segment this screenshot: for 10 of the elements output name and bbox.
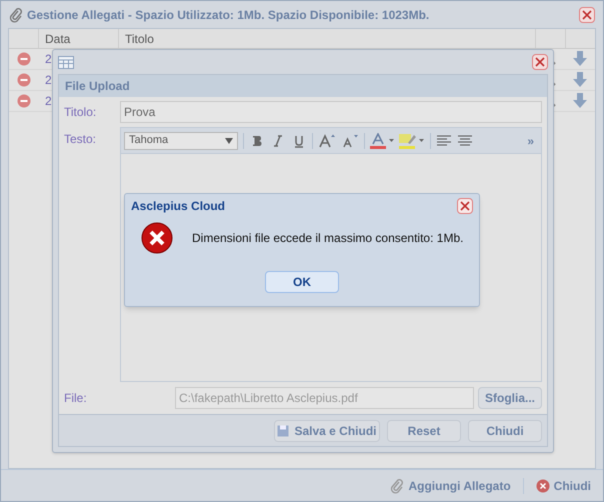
error-message: Dimensioni file eccede il massimo consentito: 1Mb. <box>192 230 464 247</box>
field-label: File: <box>64 390 88 407</box>
table-cell: 2 <box>45 73 52 87</box>
field-label: Titolo: <box>64 104 98 121</box>
table-cell: 2 <box>45 52 52 66</box>
window-title: Gestione Allegati - Spazio Utilizzato: 1Mb. Spazio Disponibile: 1023Mb. <box>27 6 430 24</box>
dialog-title: Asclepius Cloud <box>131 198 226 215</box>
table-cell: 2 <box>45 94 52 108</box>
field-label: Testo: <box>64 131 98 148</box>
panel-header: File Upload <box>59 75 547 97</box>
